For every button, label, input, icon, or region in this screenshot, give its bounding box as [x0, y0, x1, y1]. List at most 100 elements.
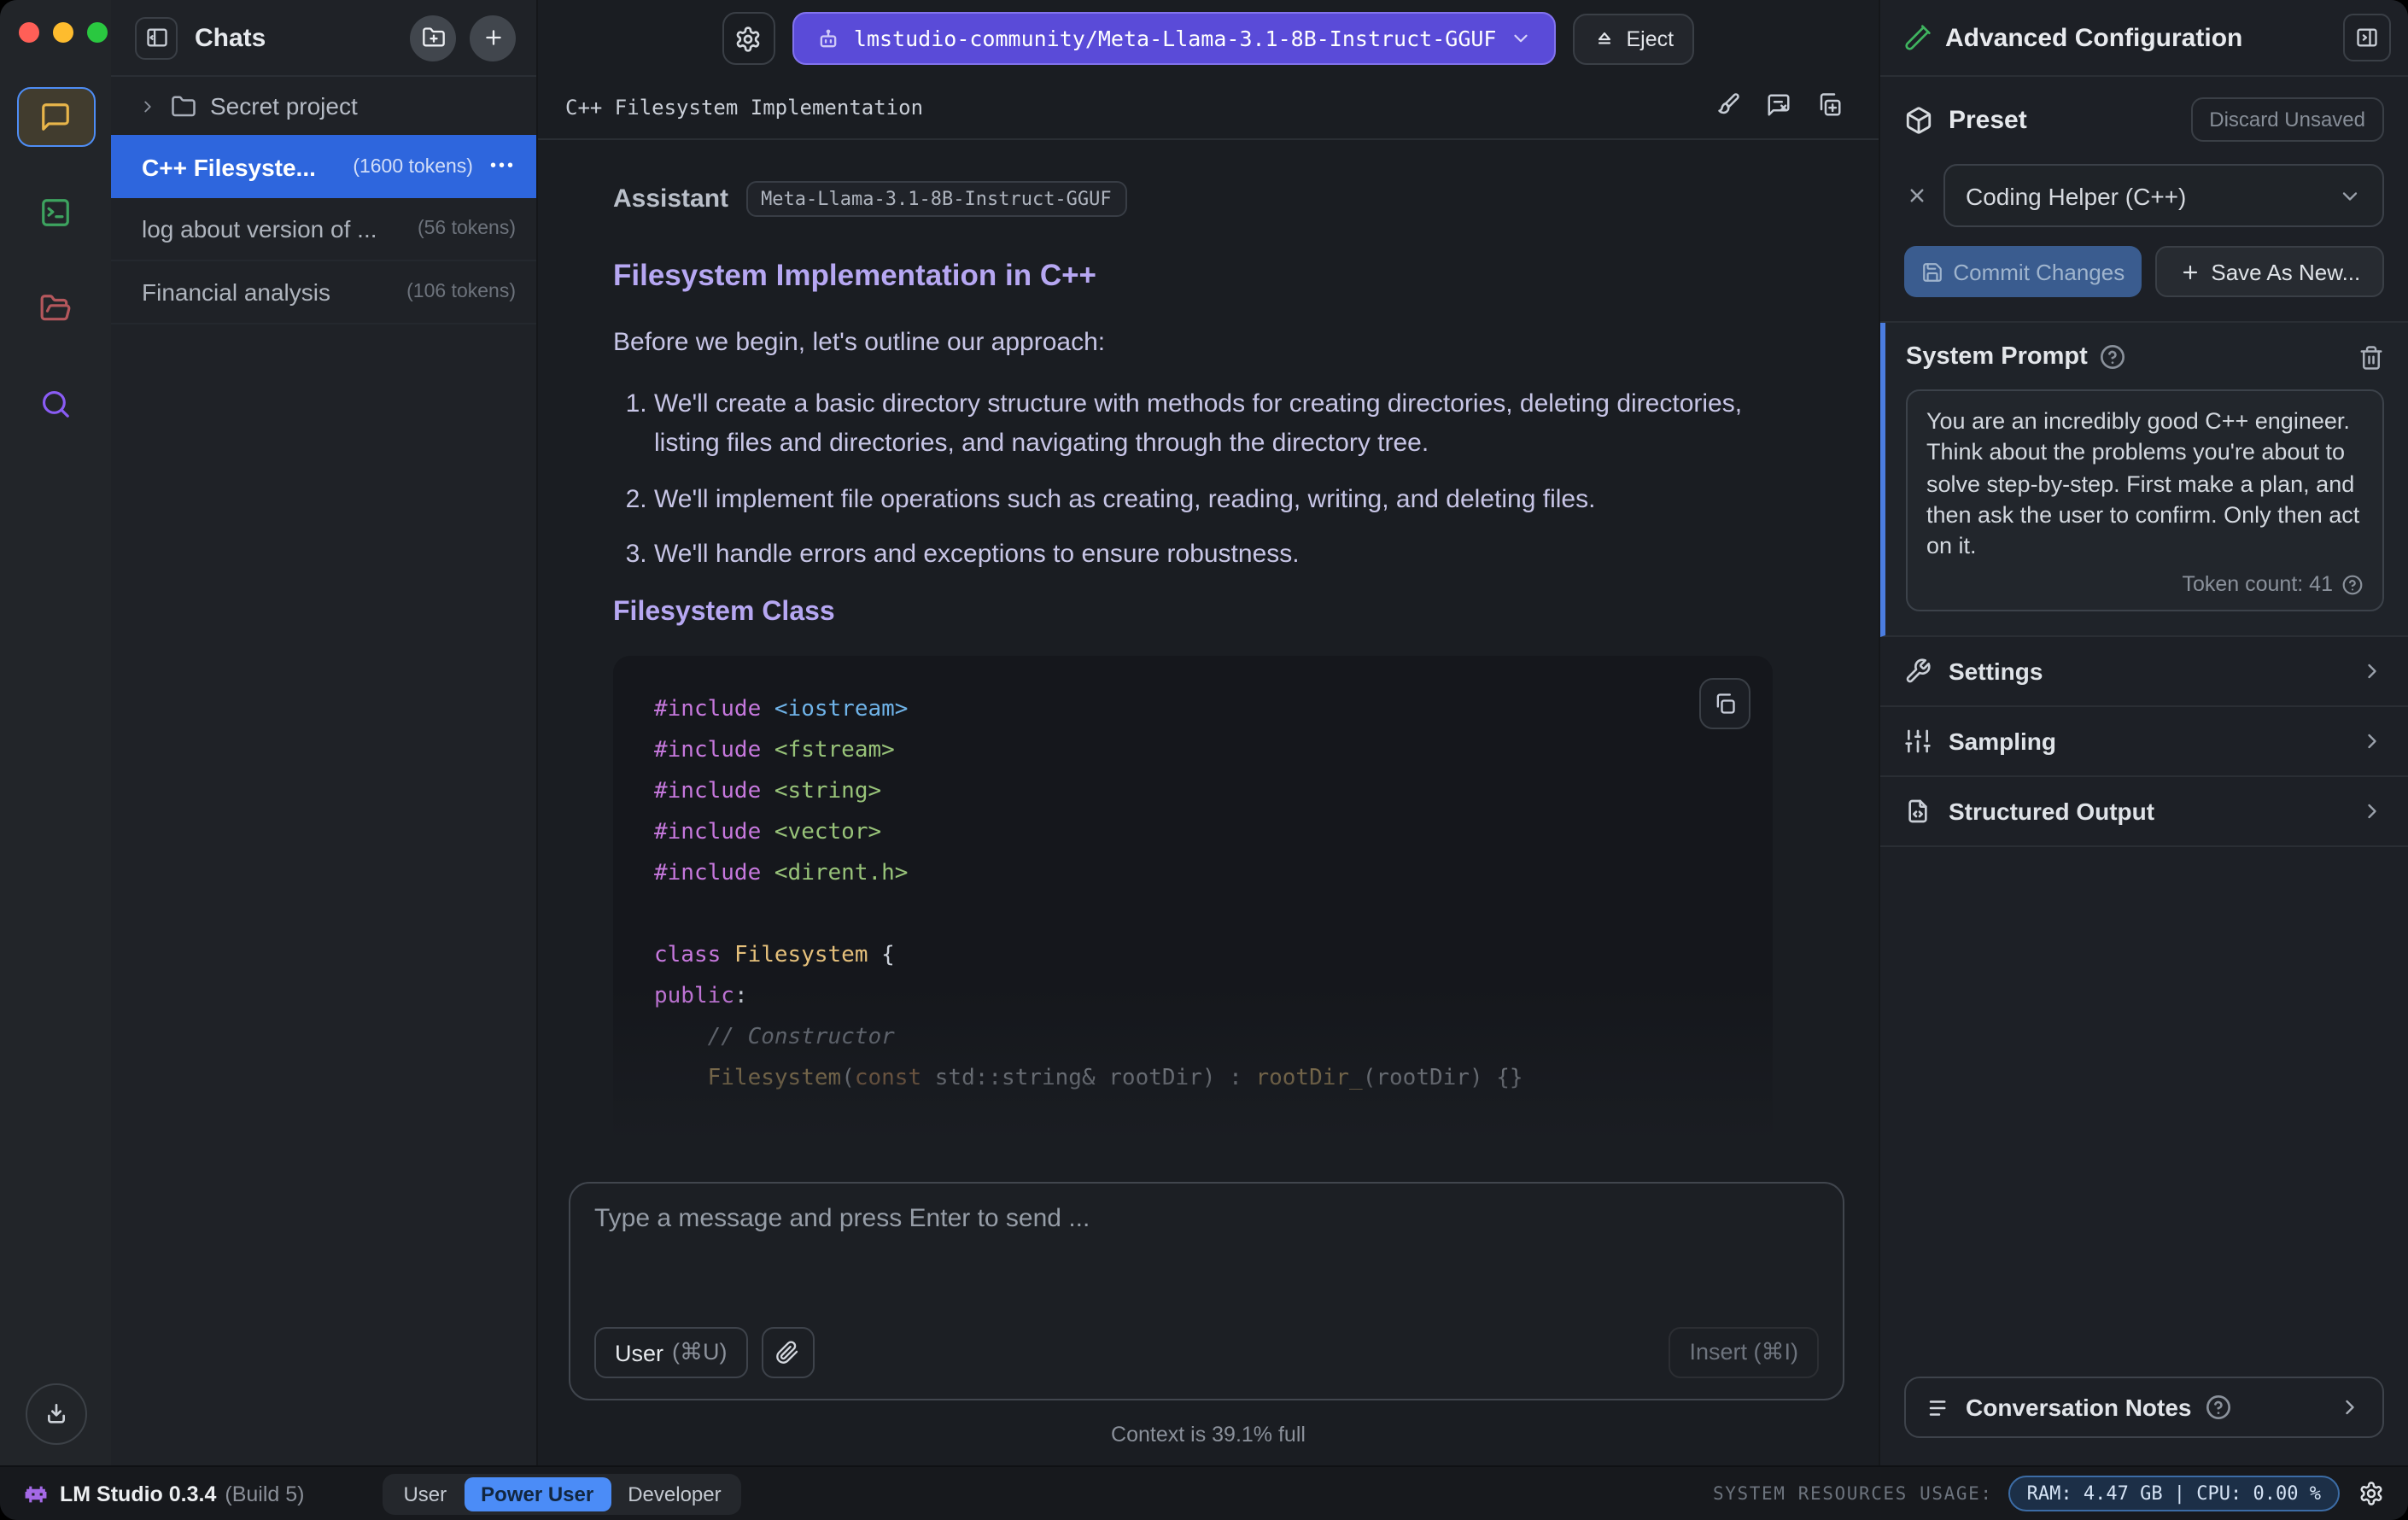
chat-item[interactable]: log about version of ... (56 tokens)	[111, 198, 536, 261]
assistant-model-badge: Meta-Llama-3.1-8B-Instruct-GGUF	[745, 181, 1127, 217]
nav-my-models-button[interactable]	[16, 278, 95, 338]
plus-icon	[2183, 264, 2197, 279]
copy-icon	[1716, 693, 1735, 714]
wrench-icon	[1906, 658, 1931, 683]
preset-select[interactable]: Coding Helper (C++)	[1943, 164, 2384, 227]
search-icon	[42, 390, 69, 418]
folder-secret-project[interactable]: Secret project	[111, 77, 536, 135]
chevron-right-icon	[2346, 1400, 2354, 1415]
discard-unsaved-button[interactable]: Discard Unsaved	[2190, 97, 2384, 142]
system-prompt-box: You are an incredibly good C++ engineer.…	[1906, 389, 2384, 611]
copy-code-button[interactable]	[1699, 678, 1750, 729]
resources-label: SYSTEM RESOURCES USAGE:	[1713, 1483, 1993, 1504]
section-structured-output[interactable]: Structured Output	[1880, 777, 2408, 847]
message-input[interactable]	[594, 1204, 1819, 1327]
code-block: #include <iostream> #include <fstream> #in…	[613, 656, 1773, 1257]
lm-studio-logo-icon	[25, 1485, 47, 1502]
duplicate-chat-button[interactable]	[1817, 92, 1843, 123]
commit-changes-button[interactable]: Commit Changes	[1904, 246, 2142, 297]
chevron-right-icon	[2368, 804, 2376, 819]
x-icon	[1910, 189, 1924, 202]
downloads-button[interactable]	[25, 1383, 86, 1445]
system-prompt-input[interactable]: You are an incredibly good C++ engineer.…	[1926, 406, 2364, 564]
chat-item-tokens: (56 tokens)	[417, 219, 516, 239]
chevron-right-icon	[2368, 664, 2376, 679]
composer: User (⌘U) Insert (⌘I)	[569, 1182, 1844, 1400]
role-toggle-button[interactable]: User (⌘U)	[594, 1327, 748, 1378]
model-name: lmstudio-community/Meta-Llama-3.1-8B-Ins…	[853, 26, 1497, 51]
chat-item-tokens: (1600 tokens)	[353, 156, 473, 177]
theme-brush-button[interactable]	[1715, 92, 1740, 123]
folder-plus-icon	[422, 27, 444, 47]
minimize-window-button[interactable]	[53, 22, 73, 43]
chat-titlebar: C++ Filesystem Implementation	[538, 77, 1879, 140]
user-mode-switch: User Power User Developer	[383, 1473, 742, 1514]
conversation-notes[interactable]: Conversation Notes	[1904, 1377, 2384, 1438]
nav-developer-button[interactable]	[16, 183, 95, 243]
app-version: LM Studio 0.3.4	[60, 1482, 217, 1505]
download-icon	[47, 1404, 64, 1424]
chats-header: Chats	[111, 0, 536, 77]
folder-icon	[172, 95, 196, 116]
message-subheading: Filesystem Class	[613, 598, 835, 627]
delete-system-prompt-button[interactable]	[2358, 344, 2384, 370]
new-folder-button[interactable]	[410, 15, 456, 61]
preset-label: Preset	[1949, 105, 2027, 134]
new-chat-button[interactable]	[470, 15, 516, 61]
chat-item-title: log about version of ...	[142, 215, 377, 243]
paperclip-icon	[776, 1341, 798, 1364]
trash-icon	[2360, 345, 2382, 369]
chat-item-title: C++ Filesyste...	[142, 153, 316, 180]
section-sampling[interactable]: Sampling	[1880, 707, 2408, 777]
help-circle-icon[interactable]	[2341, 573, 2364, 595]
eject-model-button[interactable]: Eject	[1573, 13, 1695, 64]
panel-right-icon	[2357, 28, 2377, 47]
package-icon	[1906, 106, 1932, 133]
eject-icon	[1599, 32, 1611, 44]
test-tube-icon	[1905, 25, 1931, 50]
chevron-down-icon	[1514, 34, 1528, 43]
zoom-window-button[interactable]	[87, 22, 108, 43]
clear-conversation-button[interactable]	[1766, 92, 1791, 123]
help-circle-icon[interactable]	[2100, 343, 2127, 371]
robot-icon	[820, 28, 837, 47]
collapse-panel-button[interactable]	[2343, 14, 2391, 61]
status-bar: LM Studio 0.3.4 (Build 5) User Power Use…	[0, 1465, 2408, 1520]
system-prompt-section: System Prompt You are an incredibly good…	[1880, 323, 2408, 637]
model-load-settings-button[interactable]	[722, 12, 775, 65]
chat-content: Assistant Meta-Llama-3.1-8B-Instruct-GGU…	[538, 140, 1879, 1465]
message-list: We'll create a basic directory structure…	[613, 384, 1773, 574]
code-lines: #include <iostream> #include <fstream> #in…	[654, 697, 1523, 1214]
save-icon	[1922, 262, 1942, 281]
gear-icon	[737, 26, 761, 51]
nav-discover-button[interactable]	[16, 374, 95, 434]
clear-preset-button[interactable]	[1904, 183, 1930, 208]
attach-file-button[interactable]	[761, 1327, 815, 1378]
section-settings[interactable]: Settings	[1880, 637, 2408, 707]
chats-panel: Chats Secret project C++ Filesyste... (1…	[111, 0, 538, 1465]
insert-message-button[interactable]: Insert (⌘I)	[1669, 1327, 1819, 1378]
settings-gear-button[interactable]	[2358, 1481, 2384, 1506]
chat-item-menu[interactable]: •••	[490, 157, 516, 176]
close-window-button[interactable]	[19, 22, 39, 43]
list-item: We'll create a basic directory structure…	[654, 384, 1773, 464]
panel-title: Advanced Configuration	[1945, 23, 2243, 52]
context-status: Context is 39.1% full	[1111, 1423, 1306, 1447]
mode-power-user[interactable]: Power User	[464, 1476, 611, 1511]
help-circle-icon	[2206, 1395, 2231, 1419]
save-as-new-button[interactable]: Save As New...	[2154, 246, 2384, 297]
collapse-sidebar-button[interactable]	[135, 16, 178, 59]
mode-user[interactable]: User	[386, 1476, 464, 1511]
model-selector[interactable]: lmstudio-community/Meta-Llama-3.1-8B-Ins…	[792, 12, 1557, 65]
chat-item-selected[interactable]: C++ Filesyste... (1600 tokens) •••	[111, 135, 536, 198]
lm-studio-window: Chats Secret project C++ Filesyste... (1…	[0, 0, 2408, 1520]
message-clear-icon	[1768, 94, 1790, 116]
folder-open-icon	[40, 295, 71, 321]
mode-developer[interactable]: Developer	[611, 1476, 738, 1511]
chevron-down-icon	[2342, 191, 2358, 200]
chat-item[interactable]: Financial analysis (106 tokens)	[111, 261, 536, 324]
nav-chat-button[interactable]	[16, 87, 95, 147]
chevron-right-icon	[144, 100, 151, 112]
token-count: Token count: 41	[2182, 572, 2333, 596]
resources-value[interactable]: RAM: 4.47 GB | CPU: 0.00 %	[2008, 1476, 2340, 1511]
